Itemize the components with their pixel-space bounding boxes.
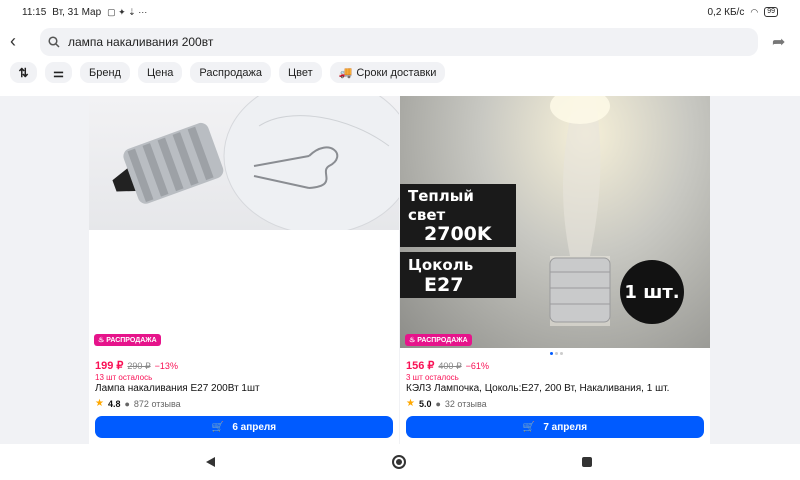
rating-row: ★ 5.0 ● 32 отзыва: [406, 398, 487, 409]
rating-value: 4.8: [107, 398, 121, 409]
status-date: Вт, 31 Мар: [52, 6, 102, 18]
image-label-warm: Теплый свет 2700K: [400, 184, 516, 247]
search-input[interactable]: лампа накаливания 200вт: [40, 28, 758, 56]
discount: −61%: [465, 361, 489, 371]
sliders-icon: ⚌: [53, 65, 64, 80]
star-icon: ★: [95, 398, 104, 409]
image-qty-badge: 1 шт.: [620, 260, 684, 324]
filter-chip-sale[interactable]: Распродажа: [190, 62, 271, 83]
filter-chip-delivery[interactable]: 🚚 Сроки доставки: [329, 62, 446, 83]
sale-badge-label: РАСПРОДАЖА: [106, 336, 157, 344]
flame-icon: ♨: [98, 337, 105, 344]
star-icon: ★: [406, 398, 415, 409]
image-label-warm-l1: Теплый свет: [408, 187, 474, 224]
sale-badge-label: РАСПРОДАЖА: [417, 336, 468, 344]
bulb-illustration: [112, 96, 399, 230]
notification-icons: ▢ ✦ ⇣ ⋯: [107, 6, 148, 17]
delivery-date: 6 апреля: [232, 421, 277, 433]
search-icon: [48, 36, 60, 48]
sale-badge: ♨ РАСПРОДАЖА: [405, 334, 472, 346]
stock-left: 13 шт осталось: [95, 373, 153, 382]
nav-back-icon[interactable]: [206, 457, 215, 467]
filter-chip-delivery-label: Сроки доставки: [356, 66, 437, 79]
review-count[interactable]: 872 отзыва: [134, 399, 181, 409]
old-price: 400 ₽: [438, 361, 462, 371]
review-count[interactable]: 32 отзыва: [445, 399, 487, 409]
network-speed: 0,2 КБ/с: [707, 6, 745, 18]
filter-settings-button[interactable]: ⚌: [45, 62, 72, 83]
status-bar: 11:15 Вт, 31 Мар ▢ ✦ ⇣ ⋯ 0,2 КБ/с ◠ 99: [0, 0, 800, 24]
wifi-icon: ◠: [750, 6, 759, 17]
comment-icon: ●: [124, 398, 130, 409]
carousel-dot: [560, 352, 563, 355]
search-row: ‹ лампа накаливания 200вт ➦: [0, 26, 800, 58]
price-row: 199 ₽ 290 ₽ −13%: [95, 359, 178, 372]
comment-icon: ●: [435, 398, 441, 409]
back-icon[interactable]: ‹: [10, 32, 30, 52]
product-card[interactable]: Теплый свет 2700K Цоколь E27 1 шт. ♨ РАСП…: [400, 96, 710, 444]
stock-left: 3 шт осталось: [406, 373, 459, 382]
image-label-base-l1: Цоколь: [408, 256, 474, 274]
discount: −13%: [154, 361, 178, 371]
cart-icon: 🛒: [522, 421, 536, 433]
add-to-cart-button[interactable]: 🛒 6 апреля: [95, 416, 393, 438]
image-label-base: Цоколь E27: [400, 252, 516, 298]
rating-row: ★ 4.8 ● 872 отзыва: [95, 398, 181, 409]
carousel-dots: [550, 352, 563, 355]
filter-chip-brand[interactable]: Бренд: [80, 62, 130, 83]
product-feed: ♨ РАСПРОДАЖА 199 ₽ 290 ₽ −13% 13 шт остал…: [0, 96, 800, 444]
product-title[interactable]: КЭЛЗ Лампочка, Цоколь:E27, 200 Вт, Накал…: [406, 383, 669, 394]
sort-icon: ⇅: [18, 65, 29, 80]
truck-icon: 🚚: [338, 67, 353, 79]
current-price: 199 ₽: [95, 360, 124, 372]
nav-recents-icon[interactable]: [582, 457, 592, 467]
sale-badge: ♨ РАСПРОДАЖА: [94, 334, 161, 346]
image-label-base-l2: E27: [424, 274, 464, 296]
sort-button[interactable]: ⇅: [10, 62, 37, 83]
nav-home-icon[interactable]: [392, 455, 406, 469]
filter-chip-price[interactable]: Цена: [137, 62, 183, 83]
old-price: 290 ₽: [127, 361, 151, 371]
carousel-dot: [550, 352, 553, 355]
carousel-dot: [555, 352, 558, 355]
add-to-cart-button[interactable]: 🛒 7 апреля: [406, 416, 704, 438]
product-image[interactable]: [89, 96, 399, 230]
product-card[interactable]: ♨ РАСПРОДАЖА 199 ₽ 290 ₽ −13% 13 шт остал…: [89, 96, 399, 444]
price-row: 156 ₽ 400 ₽ −61%: [406, 359, 489, 372]
search-query: лампа накаливания 200вт: [68, 35, 214, 49]
filter-bar: ⇅ ⚌ Бренд Цена Распродажа Цвет 🚚 Сроки до…: [10, 62, 446, 84]
filter-chip-color[interactable]: Цвет: [278, 62, 322, 83]
current-price: 156 ₽: [406, 360, 435, 372]
image-label-warm-l2: 2700K: [424, 223, 492, 245]
product-image[interactable]: Теплый свет 2700K Цоколь E27 1 шт.: [400, 96, 710, 348]
flame-icon: ♨: [409, 337, 416, 344]
battery-icon: 99: [764, 7, 778, 17]
system-nav-bar: [0, 444, 800, 480]
share-icon[interactable]: ➦: [772, 32, 785, 52]
product-title[interactable]: Лампа накаливания E27 200Вт 1шт: [95, 383, 260, 394]
delivery-date: 7 апреля: [543, 421, 588, 433]
status-time: 11:15: [22, 6, 47, 18]
rating-value: 5.0: [418, 398, 432, 409]
cart-icon: 🛒: [211, 421, 225, 433]
